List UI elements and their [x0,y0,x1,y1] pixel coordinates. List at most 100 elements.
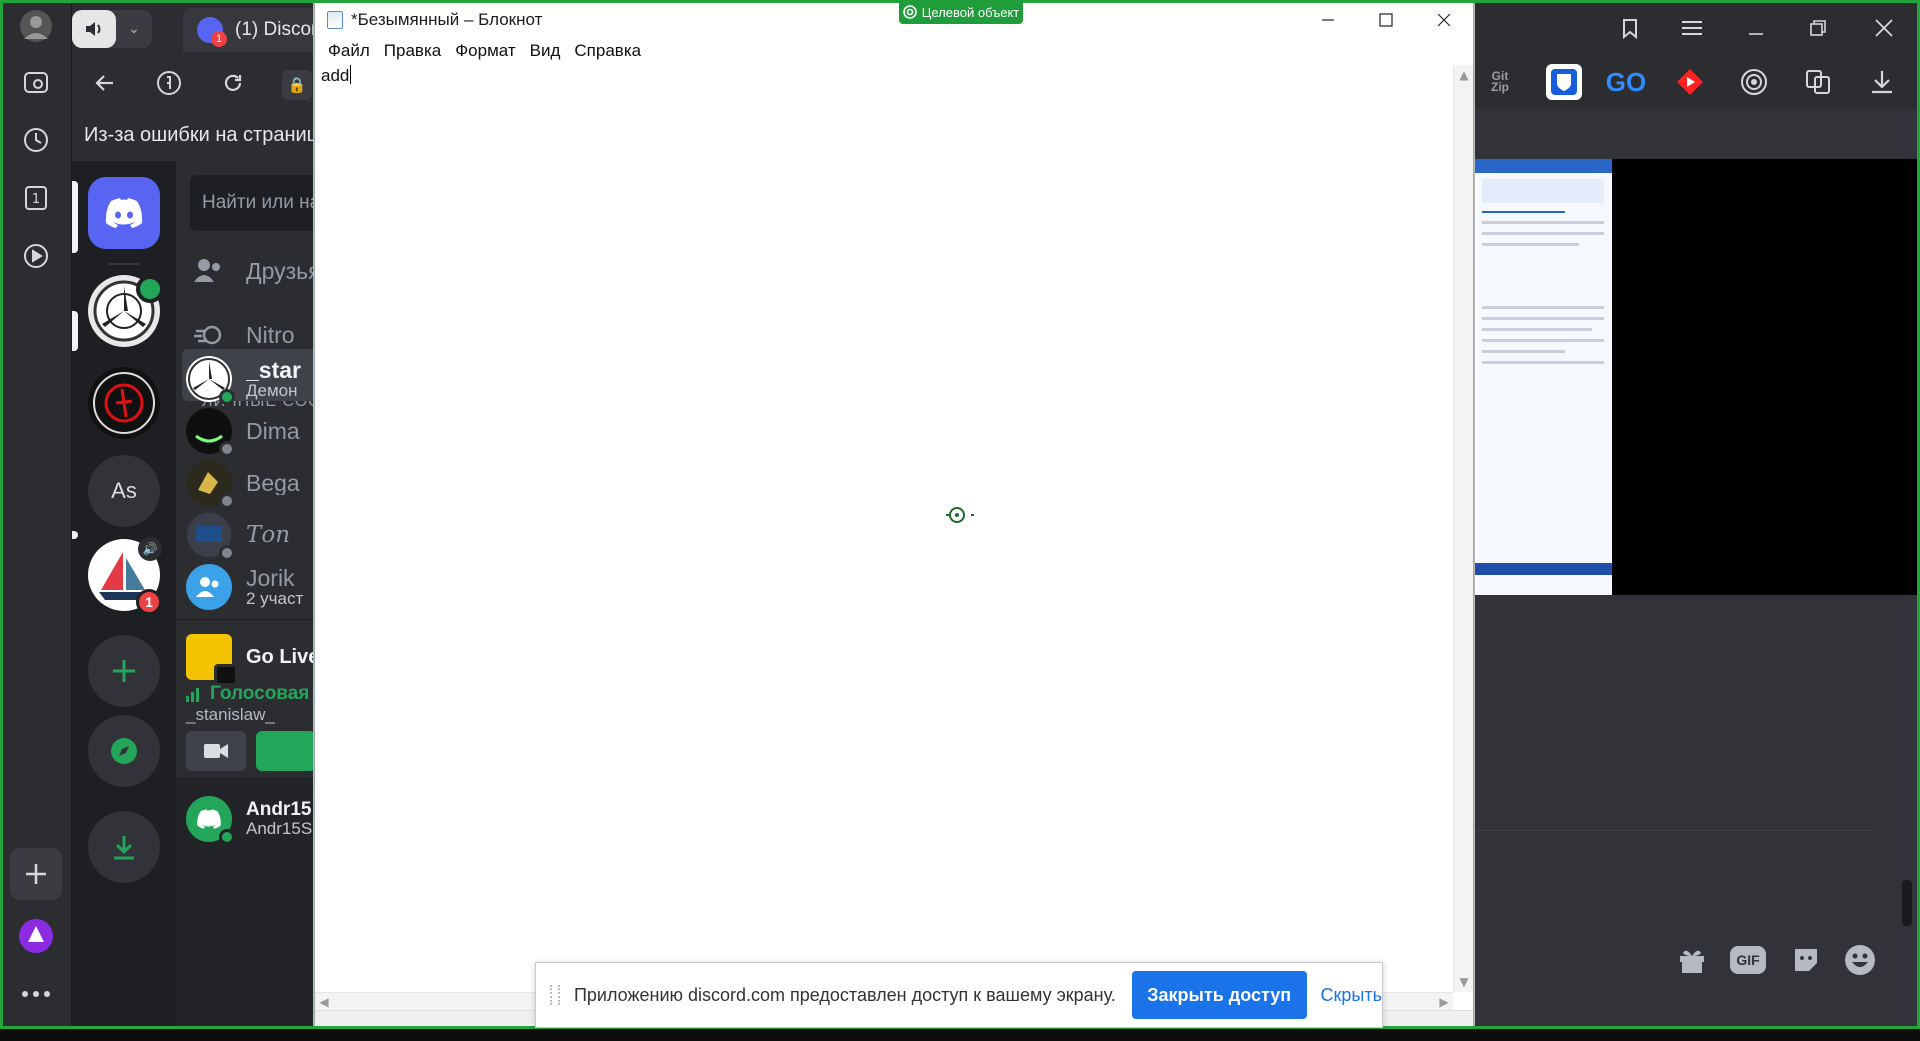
server-as[interactable]: As [88,455,160,527]
avatar [186,460,235,509]
profile-avatar[interactable] [14,4,58,48]
dm-item[interactable]: Топ [186,505,324,565]
add-server-button[interactable] [88,635,160,707]
discord-dm-sidebar: Найти или начать беседу Друзья Nitro ЛИЧ… [176,161,324,1041]
screen-share-button[interactable] [256,731,316,771]
camera-icon [204,744,228,758]
go-icon[interactable]: GO [1606,64,1646,100]
tab-sound-control[interactable]: ⌄ [72,10,152,48]
window-title: *Безымянный – Блокнот [351,10,543,29]
avatar [186,512,235,561]
add-panel-button[interactable] [10,848,62,900]
lock-icon[interactable]: 🔒 [282,70,312,100]
nav-label: Друзья [246,257,321,284]
mention-badge: 1 [136,589,162,615]
taskbar [0,1029,1920,1041]
gitzip-icon[interactable]: Git Zip [1482,64,1518,100]
dm-item[interactable]: _star Демон [186,349,324,409]
stop-sharing-button[interactable]: Закрыть доступ [1131,971,1307,1019]
tabs-count-icon[interactable]: 1 [14,176,58,220]
notepad-icon [327,11,343,29]
unread-indicator [72,311,78,351]
scroll-up-icon[interactable]: ▲ [1454,65,1474,85]
voice-connected-status[interactable]: Голосовая [186,683,309,705]
browser-sidebar: 1 [0,0,72,1041]
menu-format[interactable]: Формат [448,39,522,65]
maximize-button[interactable] [1357,1,1415,39]
discord-home-button[interactable] [88,177,160,249]
chevron-down-icon[interactable]: ⌄ [116,21,152,37]
user-tag: Andr15Sh [246,819,322,838]
dm-subtitle: Демон [246,381,298,400]
camera-button[interactable] [186,731,246,771]
scroll-left-icon[interactable]: ◀ [315,993,333,1011]
close-button[interactable] [1415,1,1473,39]
restore-icon[interactable] [1796,10,1840,46]
dm-item[interactable]: Dima [186,401,324,461]
crosshair-cursor-icon [946,507,974,523]
dm-item[interactable]: Jorik 2 участ [186,557,324,617]
more-icon[interactable] [14,972,58,1016]
radar-icon[interactable] [1736,64,1772,100]
scroll-right-icon[interactable]: ▶ [1435,993,1453,1011]
group-dm-icon [186,564,232,610]
menu-file[interactable]: Файл [321,39,377,65]
history-icon[interactable] [14,118,58,162]
back-icon[interactable] [86,64,124,102]
yandex-icon[interactable] [150,64,188,102]
play-icon[interactable] [14,234,58,278]
dm-item[interactable]: Bega [186,453,324,513]
download-icon[interactable] [1864,64,1900,100]
nav-friends[interactable]: Друзья [186,241,324,301]
menu-help[interactable]: Справка [567,39,648,65]
minimize-icon[interactable] [1734,10,1778,46]
explore-servers-button[interactable] [88,715,160,787]
scrollbar-thumb[interactable] [1902,880,1912,926]
shared-screen-preview [1474,159,1612,595]
menu-icon[interactable] [1670,10,1714,46]
drag-handle-icon[interactable] [550,985,560,1005]
error-banner: Из-за ошибки на странице [72,109,324,161]
bitwarden-icon[interactable] [1546,64,1582,100]
signal-icon [186,688,199,702]
fit-bgtu-server-icon[interactable] [88,367,160,439]
svg-text:1: 1 [32,192,40,207]
speaker-icon: 🔊 [138,537,162,561]
sticker-icon[interactable] [1786,940,1826,980]
screen: 1 ⌄ (1) Discord 🔒 Из-за ошибки [0,0,1920,1041]
reload-icon[interactable] [214,64,252,102]
tab-discord[interactable]: (1) Discord [183,8,323,52]
go-live-label: Go Live [246,645,320,668]
friends-icon [186,258,232,284]
avatar [186,356,235,405]
nitro-icon [186,322,232,348]
screenshot-icon[interactable] [14,60,58,104]
speaker-icon[interactable] [72,10,116,48]
user-panel[interactable]: Andr15 Andr15Sh [186,789,324,849]
youtube-icon[interactable] [1672,64,1708,100]
gif-icon[interactable]: GIF [1730,946,1766,974]
dm-name: Bega [246,470,300,496]
search-input[interactable]: Найти или начать беседу [190,175,324,231]
menu-view[interactable]: Вид [523,39,568,65]
download-apps-button[interactable] [88,811,160,883]
hide-button[interactable]: Скрыть [1321,985,1382,1006]
avatar [186,796,235,845]
bookmarks-icon[interactable] [1608,10,1652,46]
dm-name: Топ [246,522,291,548]
screen-share-notification: Приложению discord.com предоставлен дост… [535,962,1383,1028]
emoji-icon[interactable] [1840,940,1880,980]
dm-name: Jorik [246,566,295,591]
target-icon [902,5,917,19]
menu-edit[interactable]: Правка [377,39,448,65]
translate-icon[interactable] [1800,64,1836,100]
text-editor[interactable]: add [319,65,1451,992]
vertical-scrollbar[interactable]: ▲ ▼ [1453,65,1473,992]
alice-icon[interactable] [14,914,58,958]
scroll-down-icon[interactable]: ▼ [1454,972,1474,992]
notepad-titlebar[interactable]: *Безымянный – Блокнот [315,1,1473,39]
close-icon[interactable] [1862,10,1906,46]
go-live-panel[interactable]: Go Live [186,627,324,687]
gift-icon[interactable] [1672,940,1712,980]
minimize-button[interactable] [1299,1,1357,39]
